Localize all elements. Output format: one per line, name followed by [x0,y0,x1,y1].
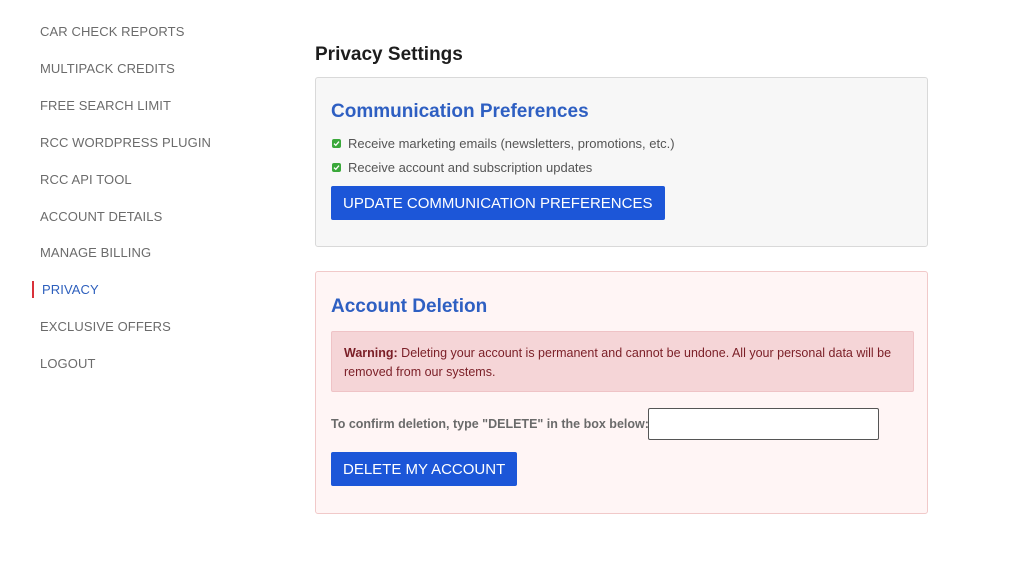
warning-text: Deleting your account is permanent and c… [344,346,892,379]
delete-account-button[interactable]: DELETE MY ACCOUNT [331,452,517,486]
sidebar-item-account-details[interactable]: ACCOUNT DETAILS [40,209,162,224]
deletion-warning-box: Warning: Deleting your account is perman… [331,331,914,392]
sidebar-item-car-check-reports[interactable]: CAR CHECK REPORTS [40,24,184,39]
confirm-deletion-input[interactable] [648,408,879,440]
sidebar-item-free-search-limit[interactable]: FREE SEARCH LIMIT [40,98,171,113]
account-updates-checkbox[interactable] [332,163,341,172]
communication-preferences-panel: Communication Preferences Receive market… [315,77,928,247]
account-updates-label: Receive account and subscription updates [348,160,593,175]
active-item-marker [32,281,34,298]
account-deletion-panel: Account Deletion Warning: Deleting your … [315,271,928,514]
sidebar-item-rcc-api-tool[interactable]: RCC API TOOL [40,172,132,187]
marketing-emails-checkbox[interactable] [332,139,341,148]
sidebar-item-manage-billing[interactable]: MANAGE BILLING [40,245,151,260]
communication-preferences-heading: Communication Preferences [331,101,589,122]
sidebar-item-rcc-wordpress-plugin[interactable]: RCC WORDPRESS PLUGIN [40,135,211,150]
sidebar-item-exclusive-offers[interactable]: EXCLUSIVE OFFERS [40,319,171,334]
page-title: Privacy Settings [315,44,463,65]
account-deletion-heading: Account Deletion [331,296,488,317]
sidebar-item-privacy[interactable]: PRIVACY [42,282,99,297]
account-updates-option[interactable]: Receive account and subscription updates [332,160,592,175]
sidebar-nav: CAR CHECK REPORTS MULTIPACK CREDITS FREE… [0,0,290,574]
confirm-deletion-label: To confirm deletion, type "DELETE" in th… [331,417,649,431]
marketing-emails-option[interactable]: Receive marketing emails (newsletters, p… [332,136,675,151]
checkmark-icon [333,141,340,147]
marketing-emails-label: Receive marketing emails (newsletters, p… [348,136,675,151]
update-communication-preferences-button[interactable]: UPDATE COMMUNICATION PREFERENCES [331,186,665,220]
warning-prefix: Warning: [344,346,398,360]
sidebar-item-logout[interactable]: LOGOUT [40,356,96,371]
checkmark-icon [333,165,340,171]
sidebar-item-multipack-credits[interactable]: MULTIPACK CREDITS [40,61,175,76]
